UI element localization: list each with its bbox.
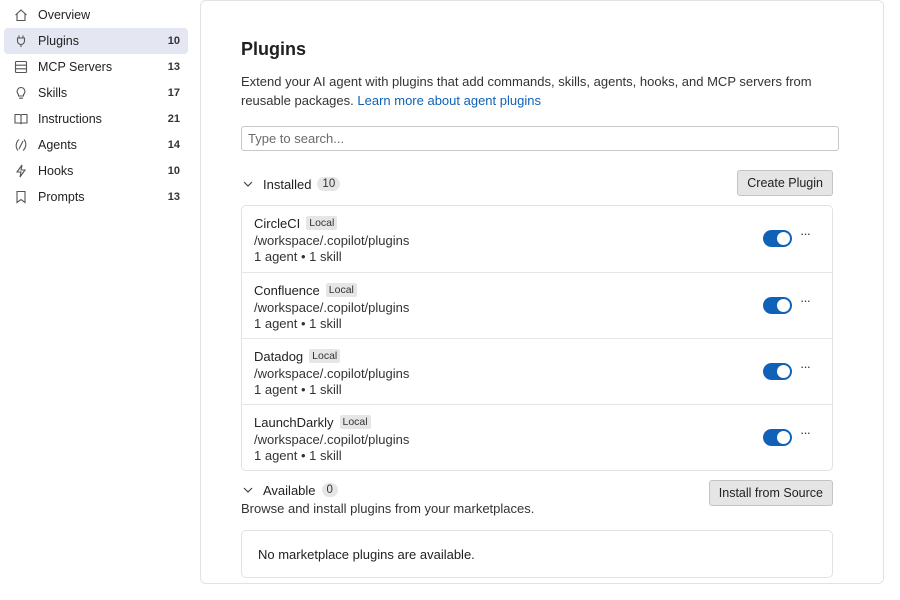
sidebar-item-label: Instructions [38, 112, 102, 126]
count-badge: 10 [317, 177, 341, 191]
main-panel: Plugins Extend your AI agent with plugin… [200, 0, 884, 584]
plugin-meta: 1 agent • 1 skill [254, 249, 342, 264]
sidebar-item-label: Plugins [38, 34, 79, 48]
local-tag: Local [306, 216, 338, 230]
count-badge: 0 [321, 483, 338, 497]
sidebar-item-label: Overview [38, 8, 91, 22]
sidebar-item-count: 17 [167, 87, 180, 99]
sidebar-item-label: Prompts [38, 190, 85, 204]
plugin-name-line: LaunchDarkly Local [254, 413, 820, 431]
sidebar-item-count: 21 [167, 113, 180, 125]
plugin-name: CircleCI [254, 215, 301, 231]
sidebar-item-count: 13 [167, 191, 180, 203]
home-icon [14, 8, 28, 22]
sidebar-item-overview[interactable]: Overview [4, 2, 188, 28]
sidebar-item-hooks[interactable]: Hooks 10 [4, 158, 188, 184]
plugin-enabled-toggle[interactable] [763, 363, 792, 380]
chevron-down-icon [241, 483, 255, 497]
agent-icon [14, 138, 28, 152]
sidebar-item-plugins[interactable]: Plugins 10 [4, 28, 188, 54]
book-icon [14, 112, 28, 126]
plugin-name: LaunchDarkly [254, 414, 334, 430]
plugin-path: /workspace/.copilot/plugins [254, 300, 410, 315]
sidebar-item-count: 14 [167, 139, 180, 151]
page-description: Extend your AI agent with plugins that a… [241, 72, 831, 110]
sidebar-item-mcp-servers[interactable]: MCP Servers 13 [4, 54, 188, 80]
plugin-enabled-toggle[interactable] [763, 429, 792, 446]
server-icon [14, 60, 28, 74]
search-input[interactable] [241, 126, 839, 151]
plugin-meta: 1 agent • 1 skill [254, 382, 342, 397]
sidebar-item-count: 10 [167, 35, 180, 47]
sidebar-item-prompts[interactable]: Prompts 13 [4, 184, 188, 210]
sidebar: Overview Plugins 10 MCP Servers 13 Skill… [0, 0, 195, 600]
plugin-name-line: Datadog Local [254, 347, 820, 365]
plugin-meta: 1 agent • 1 skill [254, 316, 342, 331]
local-tag: Local [325, 283, 357, 297]
more-actions-icon[interactable]: ··· [800, 360, 814, 375]
plugin-path: /workspace/.copilot/plugins [254, 432, 410, 447]
chevron-down-icon [241, 177, 255, 191]
plugin-name-line: CircleCI Local [254, 214, 820, 232]
sidebar-item-label: Hooks [38, 164, 74, 178]
sidebar-item-count: 10 [167, 165, 180, 177]
local-tag: Local [309, 349, 341, 363]
create-plugin-button[interactable]: Create Plugin [737, 170, 833, 196]
learn-more-link[interactable]: Learn more about agent plugins [357, 93, 541, 108]
plugin-name: Confluence [254, 282, 320, 298]
sidebar-item-agents[interactable]: Agents 14 [4, 132, 188, 158]
plugin-meta: 1 agent • 1 skill [254, 448, 342, 463]
plugins-content: Plugins Extend your AI agent with plugin… [241, 39, 839, 578]
sidebar-item-instructions[interactable]: Instructions 21 [4, 106, 188, 132]
plugin-row[interactable]: LaunchDarkly Local /workspace/.copilot/p… [242, 404, 832, 470]
plugin-path: /workspace/.copilot/plugins [254, 233, 410, 248]
plugin-row[interactable]: Confluence Local /workspace/.copilot/plu… [242, 272, 832, 338]
available-section-header[interactable]: Available 0 Install from Source [241, 475, 839, 506]
bookmark-icon [14, 190, 28, 204]
plugin-row[interactable]: CircleCI Local /workspace/.copilot/plugi… [242, 206, 832, 272]
more-actions-icon[interactable]: ··· [800, 227, 814, 242]
plugin-enabled-toggle[interactable] [763, 297, 792, 314]
local-tag: Local [339, 415, 371, 429]
lightbulb-icon [14, 86, 28, 100]
plugin-path: /workspace/.copilot/plugins [254, 366, 410, 381]
sidebar-item-label: MCP Servers [38, 60, 113, 74]
install-from-source-button[interactable]: Install from Source [708, 480, 833, 506]
section-label: Installed [263, 176, 312, 192]
sidebar-item-label: Skills [38, 86, 68, 100]
plugin-enabled-toggle[interactable] [763, 230, 792, 247]
sidebar-item-skills[interactable]: Skills 17 [4, 80, 188, 106]
plugin-name: Datadog [254, 348, 304, 364]
section-label: Available [263, 482, 316, 498]
sidebar-item-count: 13 [167, 61, 180, 73]
installed-section-header[interactable]: Installed 10 Create Plugin [241, 169, 839, 199]
empty-marketplace-message: No marketplace plugins are available. [241, 530, 833, 578]
installed-plugin-list: CircleCI Local /workspace/.copilot/plugi… [241, 205, 833, 471]
plug-icon [14, 34, 28, 48]
sidebar-item-label: Agents [38, 138, 77, 152]
more-actions-icon[interactable]: ··· [800, 294, 814, 309]
bolt-icon [14, 164, 28, 178]
plugin-name-line: Confluence Local [254, 281, 820, 299]
page-title: Plugins [241, 39, 307, 59]
plugin-row[interactable]: Datadog Local /workspace/.copilot/plugin… [242, 338, 832, 404]
more-actions-icon[interactable]: ··· [800, 426, 814, 441]
